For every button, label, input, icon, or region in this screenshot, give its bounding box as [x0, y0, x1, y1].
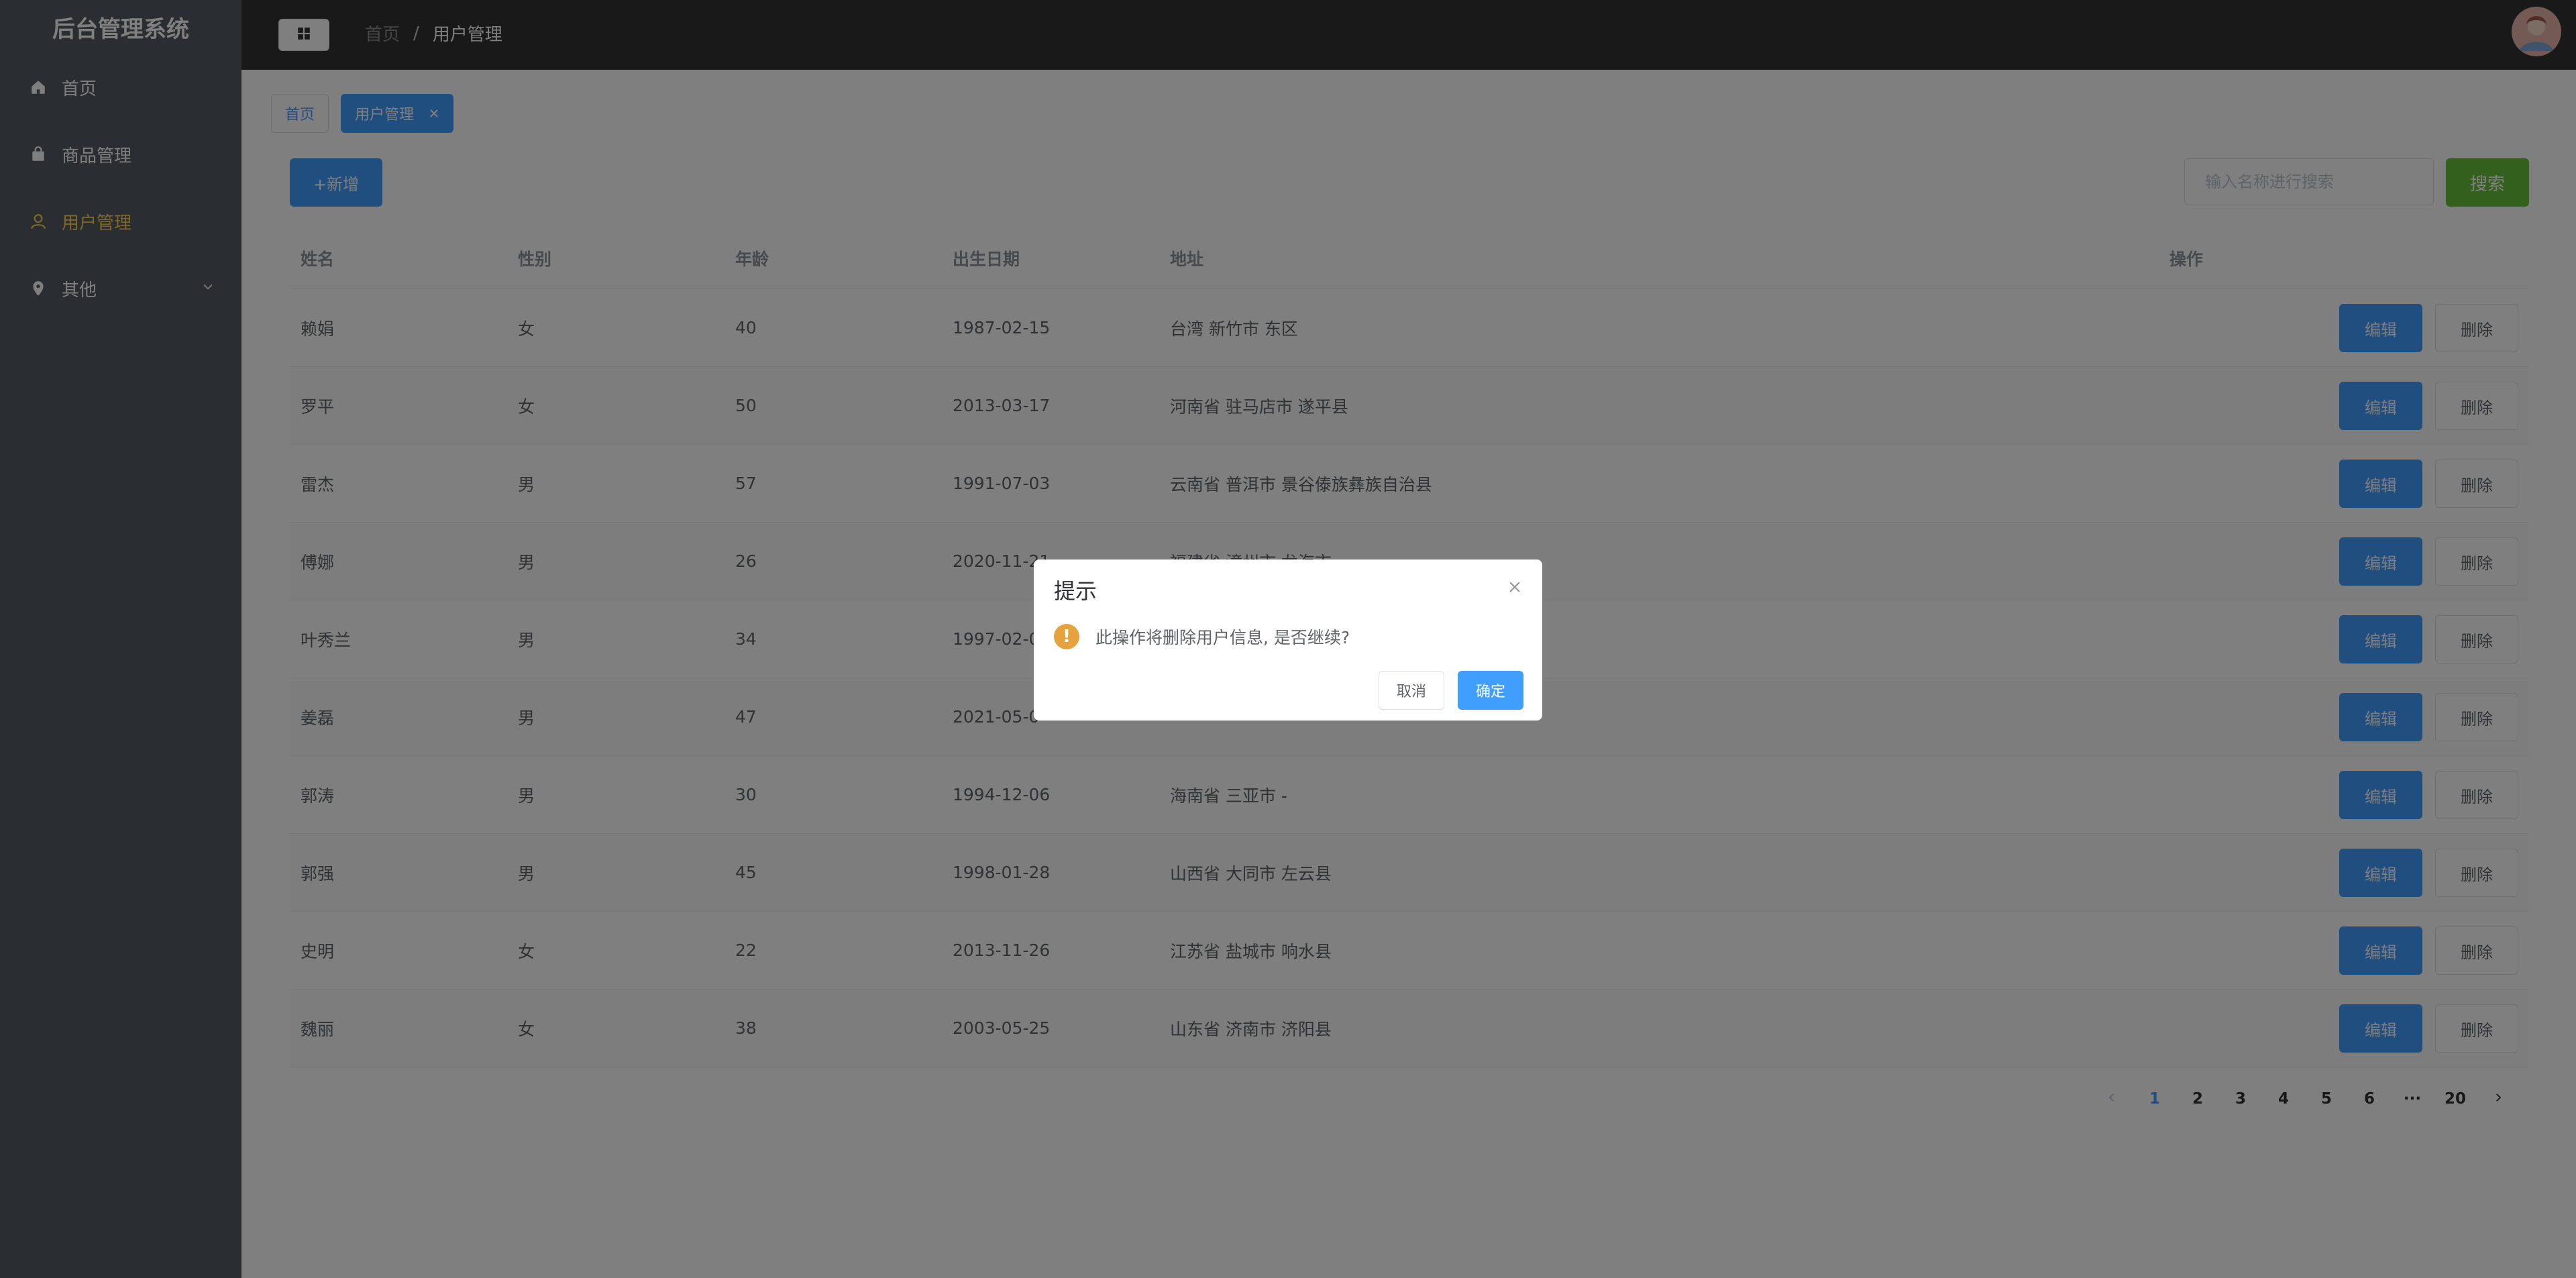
dialog-title: 提示 — [1054, 578, 1097, 604]
confirm-button[interactable]: 确定 — [1458, 671, 1523, 710]
cancel-button[interactable]: 取消 — [1379, 671, 1444, 710]
dialog-message: 此操作将删除用户信息, 是否继续? — [1095, 628, 1350, 647]
close-icon[interactable] — [1507, 580, 1522, 597]
warning-icon: ! — [1054, 624, 1079, 649]
confirm-dialog: 提示 ! 此操作将删除用户信息, 是否继续? 取消 确定 — [1034, 560, 1542, 721]
dialog-message-row: ! 此操作将删除用户信息, 是否继续? — [1054, 624, 1350, 649]
